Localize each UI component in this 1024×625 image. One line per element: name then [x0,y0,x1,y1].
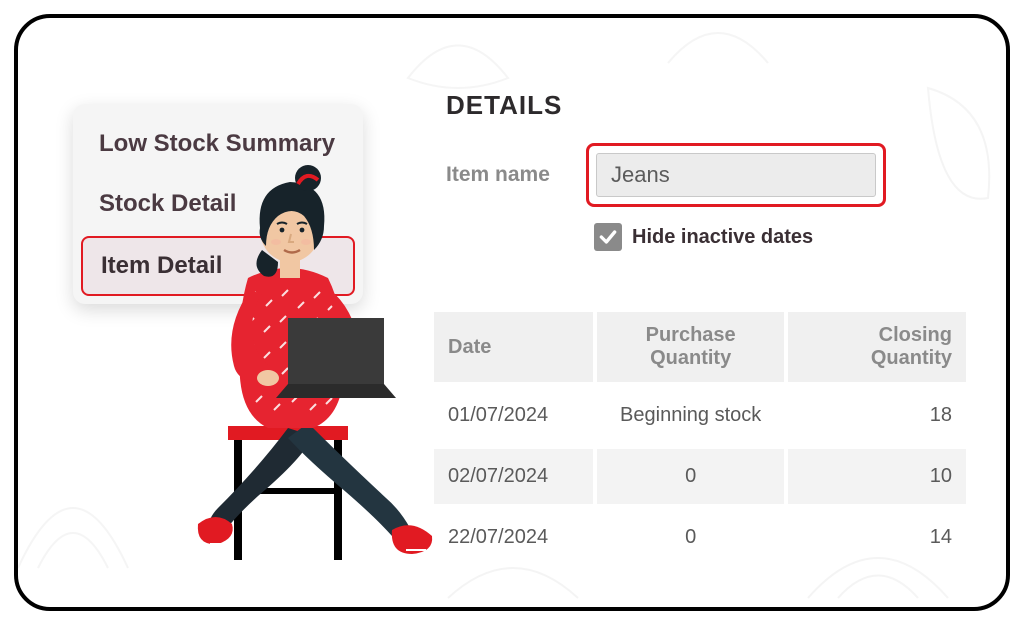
cell-purchase: 0 [597,449,785,504]
item-name-row: Item name [446,143,986,207]
item-name-input[interactable] [596,153,876,197]
sidebar-menu: Low Stock Summary Stock Detail Item Deta… [73,104,363,304]
sidebar-item-label: Low Stock Summary [99,130,335,157]
details-panel: DETAILS Item name Hide inactive dates [446,90,986,281]
item-name-label: Item name [446,163,566,187]
table-row: 01/07/2024 Beginning stock 18 [434,388,966,443]
col-closing-quantity: Closing Quantity [788,312,966,382]
hide-inactive-checkbox[interactable] [594,223,622,251]
cell-closing: 14 [788,510,966,565]
cell-date: 22/07/2024 [434,510,593,565]
cell-purchase: Beginning stock [597,388,785,443]
hide-inactive-row: Hide inactive dates [594,223,986,251]
cell-closing: 10 [788,449,966,504]
col-date: Date [434,312,593,382]
cell-date: 02/07/2024 [434,449,593,504]
sidebar-item-item-detail[interactable]: Item Detail [81,236,355,296]
check-icon [598,227,618,247]
sidebar-item-low-stock-summary[interactable]: Low Stock Summary [81,116,355,172]
col-purchase-quantity: Purchase Quantity [597,312,785,382]
table-header-row: Date Purchase Quantity Closing Quantity [434,312,966,382]
cell-date: 01/07/2024 [434,388,593,443]
sidebar-item-label: Stock Detail [99,190,236,217]
app-frame: Low Stock Summary Stock Detail Item Deta… [14,14,1010,611]
cell-purchase: 0 [597,510,785,565]
table-row: 22/07/2024 0 14 [434,510,966,565]
hide-inactive-label: Hide inactive dates [632,226,813,249]
details-heading: DETAILS [446,90,986,121]
sidebar-item-label: Item Detail [101,252,222,279]
table-row: 02/07/2024 0 10 [434,449,966,504]
stock-table: Date Purchase Quantity Closing Quantity … [430,306,970,571]
cell-closing: 18 [788,388,966,443]
item-name-input-highlight [586,143,886,207]
sidebar-item-stock-detail[interactable]: Stock Detail [81,176,355,232]
